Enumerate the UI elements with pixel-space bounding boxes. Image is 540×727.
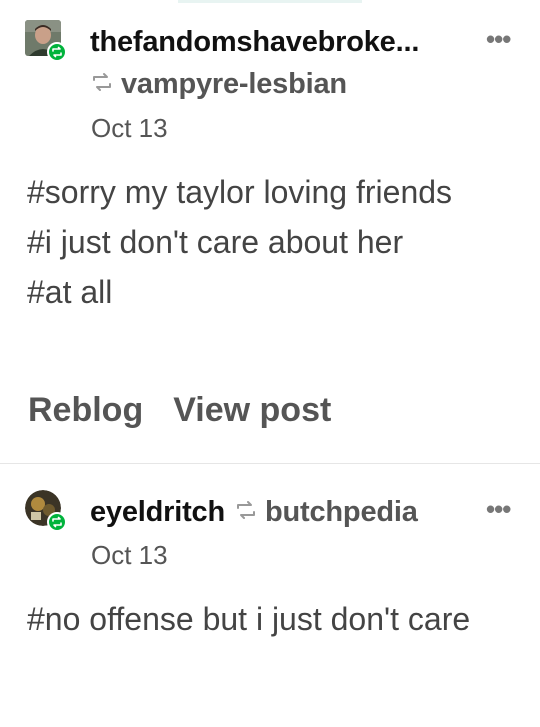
post-header-line: eyeldritch butchpedia bbox=[90, 496, 418, 529]
tag[interactable]: #i just don't care about her bbox=[27, 217, 507, 267]
reblogged-from: vampyre-lesbian bbox=[91, 68, 347, 101]
post-date: Oct 13 bbox=[91, 540, 168, 570]
more-options-icon[interactable]: ••• bbox=[486, 494, 511, 525]
post-actions: Reblog View post bbox=[28, 391, 331, 430]
post-tags: #sorry my taylor loving friends #i just … bbox=[27, 167, 507, 317]
view-post-button[interactable]: View post bbox=[173, 391, 331, 430]
reblog-badge-icon bbox=[47, 42, 67, 62]
post-date: Oct 13 bbox=[91, 113, 168, 143]
tag[interactable]: #at all bbox=[27, 267, 507, 317]
post-card: eyeldritch butchpedia ••• Oct 13 #no off… bbox=[0, 464, 540, 727]
post-avatar[interactable] bbox=[25, 490, 67, 532]
more-options-icon[interactable]: ••• bbox=[486, 24, 511, 55]
tag[interactable]: #sorry my taylor loving friends bbox=[27, 167, 507, 217]
post-avatar[interactable] bbox=[25, 20, 67, 62]
reblog-icon bbox=[91, 71, 113, 98]
post-card: thefandomshavebroke... ••• vampyre-lesbi… bbox=[0, 0, 540, 464]
post-tags: #no offense but i just don't care bbox=[27, 594, 507, 644]
reblog-icon bbox=[235, 499, 257, 526]
reblog-badge-icon bbox=[47, 512, 67, 532]
reblogged-from-username[interactable]: vampyre-lesbian bbox=[121, 68, 347, 101]
reblog-button[interactable]: Reblog bbox=[28, 391, 143, 430]
post-username[interactable]: eyeldritch bbox=[90, 496, 225, 529]
post-username[interactable]: thefandomshavebroke... bbox=[90, 26, 419, 59]
tag[interactable]: #no offense but i just don't care bbox=[27, 594, 507, 644]
reblogged-from-username[interactable]: butchpedia bbox=[265, 496, 418, 529]
